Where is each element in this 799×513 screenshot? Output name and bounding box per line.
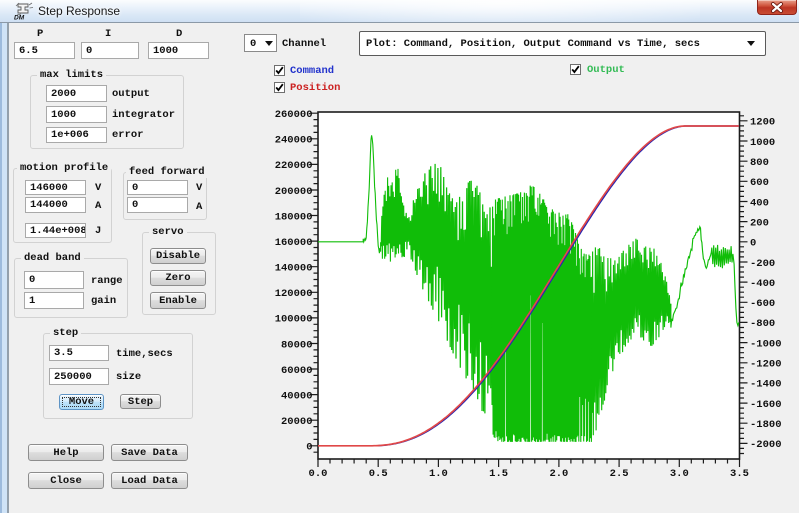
svg-text:-400: -400 bbox=[750, 278, 775, 290]
svg-text:600: 600 bbox=[750, 177, 769, 189]
svg-text:180000: 180000 bbox=[275, 211, 313, 223]
svg-text:1.0: 1.0 bbox=[429, 468, 448, 480]
svg-text:800: 800 bbox=[750, 157, 769, 169]
svg-text:-1600: -1600 bbox=[750, 399, 782, 411]
svg-text:-200: -200 bbox=[750, 258, 775, 270]
svg-text:80000: 80000 bbox=[281, 339, 313, 351]
svg-text:0.5: 0.5 bbox=[369, 468, 388, 480]
svg-text:220000: 220000 bbox=[275, 160, 313, 172]
svg-text:1200: 1200 bbox=[750, 117, 775, 129]
svg-text:260000: 260000 bbox=[275, 109, 313, 121]
svg-text:1000: 1000 bbox=[750, 137, 775, 149]
svg-text:3.0: 3.0 bbox=[670, 468, 689, 480]
svg-text:60000: 60000 bbox=[281, 365, 313, 377]
svg-text:0: 0 bbox=[750, 238, 756, 250]
svg-text:-1000: -1000 bbox=[750, 338, 782, 350]
svg-text:-2000: -2000 bbox=[750, 439, 782, 451]
svg-text:-600: -600 bbox=[750, 298, 775, 310]
svg-text:240000: 240000 bbox=[275, 135, 313, 147]
svg-text:-1400: -1400 bbox=[750, 379, 782, 391]
svg-text:-1200: -1200 bbox=[750, 359, 782, 371]
svg-text:2.5: 2.5 bbox=[610, 468, 629, 480]
svg-text:0: 0 bbox=[306, 442, 312, 454]
svg-text:160000: 160000 bbox=[275, 237, 313, 249]
svg-text:1.5: 1.5 bbox=[489, 468, 508, 480]
svg-text:-1800: -1800 bbox=[750, 419, 782, 431]
svg-text:200: 200 bbox=[750, 217, 769, 229]
svg-text:200000: 200000 bbox=[275, 186, 313, 198]
svg-text:120000: 120000 bbox=[275, 288, 313, 300]
svg-text:100000: 100000 bbox=[275, 314, 313, 326]
svg-text:400: 400 bbox=[750, 197, 769, 209]
svg-text:2.0: 2.0 bbox=[549, 468, 568, 480]
svg-text:20000: 20000 bbox=[281, 416, 313, 428]
svg-text:3.5: 3.5 bbox=[730, 468, 749, 480]
svg-text:140000: 140000 bbox=[275, 263, 313, 275]
svg-text:40000: 40000 bbox=[281, 390, 313, 402]
svg-text:-800: -800 bbox=[750, 318, 775, 330]
svg-text:0.0: 0.0 bbox=[309, 468, 328, 480]
